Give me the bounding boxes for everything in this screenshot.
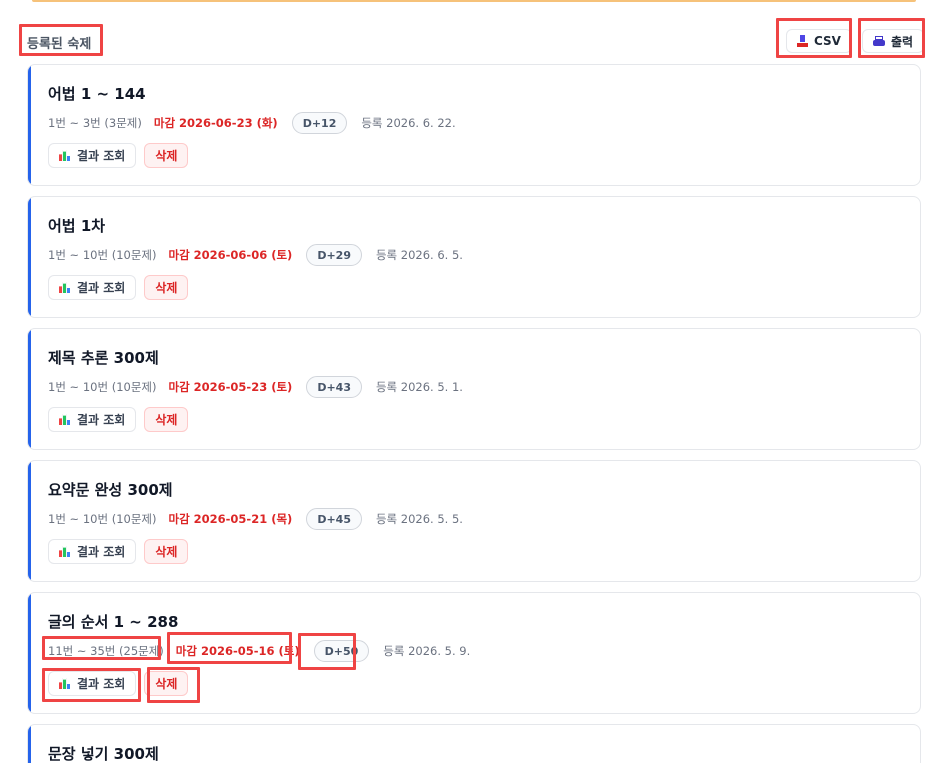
homework-title: 어법 1 ~ 144 — [48, 85, 146, 103]
view-results-label: 결과 조회 — [77, 281, 126, 295]
view-results-button[interactable]: 결과 조회 — [48, 407, 137, 432]
view-results-label: 결과 조회 — [77, 413, 126, 427]
bar-chart-icon — [59, 282, 70, 293]
question-range: 1번 ~ 3번 (3문제) — [48, 116, 142, 130]
delete-button[interactable]: 삭제 — [144, 275, 189, 300]
card-actions: 결과 조회 삭제 — [48, 671, 189, 696]
print-button[interactable]: 출력 — [862, 29, 925, 53]
homework-title: 제목 추론 300제 — [48, 349, 159, 367]
bar-chart-icon — [59, 414, 70, 425]
homework-meta: 1번 ~ 3번 (3문제) 마감 2026-06-23 (화) D+12 등록 … — [48, 112, 456, 134]
deadline: 마감 2026-05-16 (토) — [175, 644, 300, 658]
printer-icon — [873, 35, 885, 47]
registered-date: 등록 2026. 6. 5. — [375, 248, 463, 262]
card-actions: 결과 조회 삭제 — [48, 275, 189, 300]
deadline: 마감 2026-05-23 (토) — [168, 380, 293, 394]
homework-card: 글의 순서 1 ~ 288 11번 ~ 35번 (25문제) 마감 2026-0… — [27, 592, 921, 714]
view-results-button[interactable]: 결과 조회 — [48, 143, 137, 168]
dday-badge: D+45 — [306, 508, 362, 530]
homework-card: 요약문 완성 300제 1번 ~ 10번 (10문제) 마감 2026-05-2… — [27, 460, 921, 582]
homework-meta: 1번 ~ 10번 (10문제) 마감 2026-05-21 (목) D+45 등… — [48, 508, 463, 530]
homework-title: 어법 1차 — [48, 217, 106, 235]
view-results-button[interactable]: 결과 조회 — [48, 275, 137, 300]
view-results-label: 결과 조회 — [77, 149, 126, 163]
delete-button[interactable]: 삭제 — [144, 539, 189, 564]
homework-meta: 11번 ~ 35번 (25문제) 마감 2026-05-16 (토) D+50 … — [48, 640, 470, 662]
deadline: 마감 2026-06-06 (토) — [168, 248, 293, 262]
homework-title: 요약문 완성 300제 — [48, 481, 173, 499]
registered-date: 등록 2026. 6. 22. — [361, 116, 456, 130]
homework-title: 글의 순서 1 ~ 288 — [48, 613, 179, 631]
delete-button[interactable]: 삭제 — [144, 407, 189, 432]
bar-chart-icon — [59, 678, 70, 689]
csv-button-label: CSV — [814, 34, 841, 48]
homework-card: 어법 1 ~ 144 1번 ~ 3번 (3문제) 마감 2026-06-23 (… — [27, 64, 921, 186]
delete-button[interactable]: 삭제 — [144, 671, 189, 696]
homework-card: 제목 추론 300제 1번 ~ 10번 (10문제) 마감 2026-05-23… — [27, 328, 921, 450]
question-range: 1번 ~ 10번 (10문제) — [48, 248, 157, 262]
dday-badge: D+50 — [313, 640, 370, 662]
csv-button[interactable]: CSV — [786, 29, 852, 53]
deadline: 마감 2026-05-21 (목) — [168, 512, 293, 526]
dday-badge: D+43 — [306, 376, 362, 398]
download-icon — [797, 35, 808, 47]
question-range: 1번 ~ 10번 (10문제) — [48, 512, 157, 526]
bar-chart-icon — [59, 546, 70, 557]
section-title: 등록된 숙제 — [27, 37, 92, 52]
dday-badge: D+29 — [306, 244, 362, 266]
registered-date: 등록 2026. 5. 5. — [375, 512, 463, 526]
homework-card: 어법 1차 1번 ~ 10번 (10문제) 마감 2026-06-06 (토) … — [27, 196, 921, 318]
dday-badge: D+12 — [291, 112, 348, 134]
print-button-label: 출력 — [891, 34, 914, 49]
question-range: 1번 ~ 10번 (10문제) — [48, 380, 157, 394]
view-results-label: 결과 조회 — [77, 677, 126, 691]
registered-date: 등록 2026. 5. 1. — [375, 380, 463, 394]
top-divider — [32, 0, 916, 2]
delete-button[interactable]: 삭제 — [144, 143, 189, 168]
card-actions: 결과 조회 삭제 — [48, 143, 189, 168]
question-range: 11번 ~ 35번 (25문제) — [48, 644, 164, 658]
homework-meta: 1번 ~ 10번 (10문제) 마감 2026-06-06 (토) D+29 등… — [48, 244, 463, 266]
homework-page: 등록된 숙제 CSV 출력 어법 1 ~ 144 1번 ~ 3번 (3문제) 마… — [0, 0, 950, 763]
bar-chart-icon — [59, 150, 70, 161]
view-results-button[interactable]: 결과 조회 — [48, 671, 137, 696]
homework-meta: 1번 ~ 10번 (10문제) 마감 2026-05-23 (토) D+43 등… — [48, 376, 463, 398]
view-results-button[interactable]: 결과 조회 — [48, 539, 137, 564]
homework-card: 문장 넣기 300제 — [27, 724, 921, 763]
homework-title: 문장 넣기 300제 — [48, 745, 159, 763]
card-actions: 결과 조회 삭제 — [48, 539, 189, 564]
deadline: 마감 2026-06-23 (화) — [153, 116, 278, 130]
card-actions: 결과 조회 삭제 — [48, 407, 189, 432]
registered-date: 등록 2026. 5. 9. — [383, 644, 471, 658]
view-results-label: 결과 조회 — [77, 545, 126, 559]
